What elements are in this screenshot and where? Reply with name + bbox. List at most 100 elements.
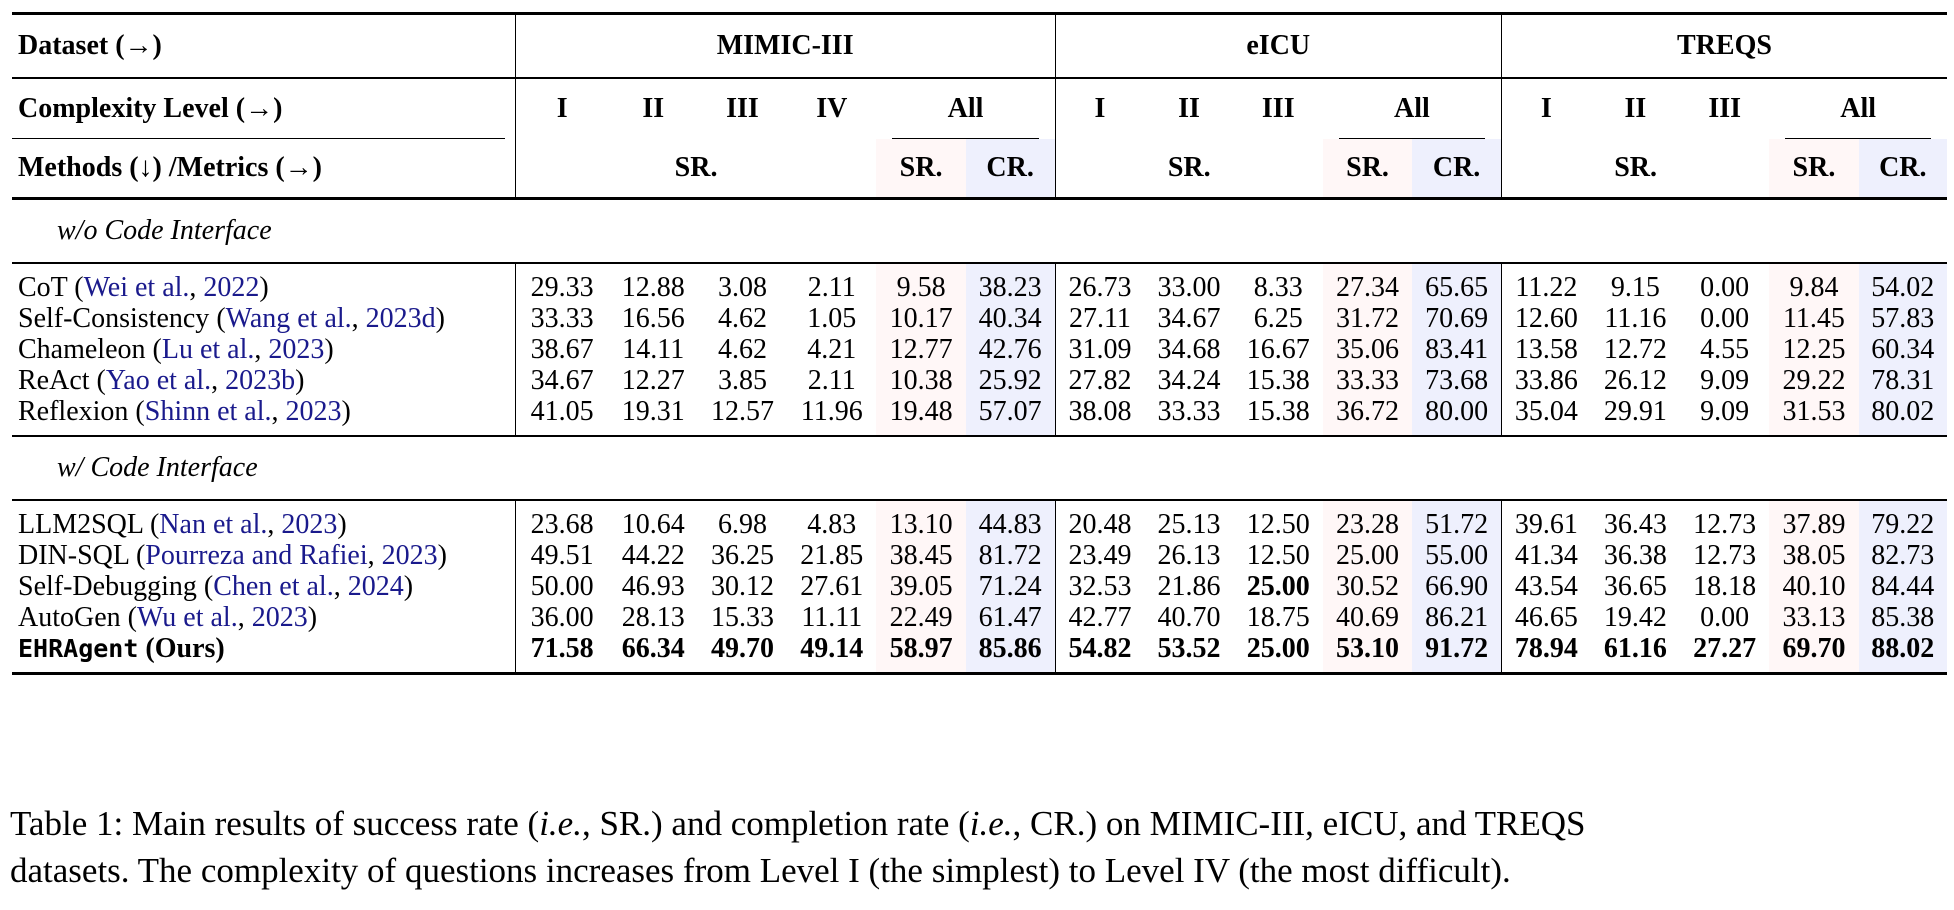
eicu-value: 26.13 <box>1157 539 1221 571</box>
mimic-value: 49.51 <box>530 539 594 571</box>
citation-year[interactable]: 2023 <box>252 602 308 633</box>
citation-author[interactable]: Yao et al. <box>106 365 211 396</box>
method-name: ReAct <box>18 364 90 396</box>
method-cell: EHRAgent (Ours) <box>12 633 516 664</box>
caption-ie: i.e. <box>539 804 582 843</box>
spacer-cell <box>1501 500 1769 509</box>
table-row-ours: EHRAgent (Ours) 71.58 66.34 49.70 49.14 58.97… <box>12 633 1947 664</box>
eicu-value: 73.68 <box>1412 365 1502 396</box>
table-row: CoT (Wei et al., 2022) 29.33 12.88 3.08 2.11… <box>12 272 1947 303</box>
eicu-value: 51.72 <box>1412 509 1502 540</box>
eicu-value: 25.00 <box>1246 570 1310 602</box>
treqs-value: 40.10 <box>1769 571 1859 602</box>
mimic-value: 38.67 <box>530 333 594 365</box>
treqs-value: 31.53 <box>1769 396 1859 427</box>
results-table: Dataset (→) MIMIC-III eICU TREQS Complex… <box>12 12 1947 675</box>
eicu-value: 42.77 <box>1068 601 1132 633</box>
citation-author[interactable]: Wang et al. <box>226 303 352 334</box>
mimic-value: 4.21 <box>807 333 857 365</box>
citation-author[interactable]: Wu et al. <box>137 602 238 633</box>
eicu-value: 20.48 <box>1068 508 1132 540</box>
spacer-cell <box>1769 427 1859 436</box>
spacer-cell <box>1501 263 1769 272</box>
citation-year[interactable]: 2023 <box>268 334 324 365</box>
mimic-value: 57.07 <box>965 396 1056 427</box>
mimic-value: 58.97 <box>876 633 966 664</box>
eicu-value: 25.13 <box>1157 508 1221 540</box>
mimic-value: 10.38 <box>876 365 966 396</box>
citation-year[interactable]: 2022 <box>203 272 259 303</box>
treqs-value: 12.73 <box>1693 539 1757 571</box>
citation-year[interactable]: 2023 <box>382 540 438 571</box>
dataset-mimic: MIMIC-III <box>515 13 1056 78</box>
mimic-value: 44.83 <box>965 509 1056 540</box>
dataset-header-row: Dataset (→) MIMIC-III eICU TREQS <box>12 13 1947 78</box>
metric-mimic-sr: SR. <box>674 152 718 183</box>
metric-mimic-all-cr: CR. <box>965 139 1056 199</box>
mimic-value: 41.05 <box>530 395 594 427</box>
eicu-value: 66.90 <box>1412 571 1502 602</box>
treqs-value: 0.00 <box>1700 601 1750 633</box>
spacer-cell <box>876 427 966 436</box>
mimic-value: 4.62 <box>718 333 767 365</box>
mimic-value: 66.34 <box>621 632 685 664</box>
treqs-value: 57.83 <box>1858 303 1947 334</box>
mimic-value: 15.33 <box>711 601 774 633</box>
method-name: LLM2SQL <box>18 508 143 540</box>
mimic-value: 19.48 <box>876 396 966 427</box>
method-cell: LLM2SQL (Nan et al., 2023) <box>12 508 516 540</box>
spacer-cell <box>1769 664 1859 674</box>
mimic-value: 22.49 <box>876 602 966 633</box>
spacer-cell <box>515 263 876 272</box>
eicu-value: 12.50 <box>1246 508 1310 540</box>
citation-year[interactable]: 2023 <box>286 396 342 427</box>
mimic-value: 2.11 <box>807 271 856 303</box>
treqs-value: 43.54 <box>1514 570 1578 602</box>
treqs-value: 33.86 <box>1514 364 1578 396</box>
citation-author[interactable]: Chen et al. <box>213 571 334 602</box>
eicu-value: 21.86 <box>1157 570 1221 602</box>
method-name: Self-Debugging <box>18 570 197 602</box>
method-cell: DIN-SQL (Pourreza and Rafiei, 2023) <box>12 539 516 571</box>
dataset-treqs: TREQS <box>1677 30 1772 61</box>
citation-author[interactable]: Lu et al. <box>162 334 255 365</box>
table-row: ReAct (Yao et al., 2023b) 34.67 12.27 3.85 2… <box>12 365 1947 396</box>
treqs-value: 79.22 <box>1858 509 1947 540</box>
method-name: Reflexion <box>18 395 129 427</box>
citation-year[interactable]: 2023d <box>366 303 436 334</box>
mimic-value: 30.12 <box>711 570 774 602</box>
citation-author[interactable]: Nan et al. <box>159 509 267 540</box>
metrics-header-row: Methods (↓) /Metrics (→) SR. SR. CR. SR.… <box>12 139 1947 199</box>
metric-eicu-all-sr: SR. <box>1322 139 1413 199</box>
treqs-value: 60.34 <box>1858 334 1947 365</box>
citation-author[interactable]: Pourreza and Rafiei <box>145 540 367 571</box>
treqs-value: 11.45 <box>1769 303 1859 334</box>
mimic-value: 21.85 <box>800 539 864 571</box>
eicu-value: 91.72 <box>1412 633 1502 664</box>
spacer-row <box>12 427 1947 436</box>
eicu-value: 86.21 <box>1412 602 1502 633</box>
citation-year[interactable]: 2024 <box>348 571 404 602</box>
citation-year[interactable]: 2023b <box>225 365 295 396</box>
method-name: DIN-SQL <box>18 539 129 571</box>
citation-author[interactable]: Wei et al. <box>84 272 190 303</box>
eicu-value: 33.00 <box>1157 271 1221 303</box>
level-mimic-2: II <box>642 93 665 124</box>
methods-metrics-label: Methods (↓) /Metrics (→) <box>12 139 516 199</box>
table-row: LLM2SQL (Nan et al., 2023) 23.68 10.64 6.98… <box>12 509 1947 540</box>
method-name: Self-Consistency <box>18 302 210 334</box>
table-caption: Table 1: Main results of success rate (i… <box>10 800 1950 894</box>
eicu-value: 35.06 <box>1322 334 1413 365</box>
eicu-value: 31.72 <box>1322 303 1413 334</box>
table-row: Self-Consistency (Wang et al., 2023d) 33.… <box>12 303 1947 334</box>
results-table-container: Dataset (→) MIMIC-III eICU TREQS Complex… <box>12 12 1947 675</box>
mimic-value: 9.58 <box>876 272 966 303</box>
spacer-cell <box>1322 427 1413 436</box>
mimic-value: 25.92 <box>965 365 1056 396</box>
mimic-value: 61.47 <box>965 602 1056 633</box>
citation-author[interactable]: Shinn et al. <box>145 396 272 427</box>
spacer-cell <box>1412 427 1502 436</box>
level-eicu-3: III <box>1261 93 1295 124</box>
caption-line-1: Table 1: Main results of success rate (i… <box>10 800 1950 847</box>
citation-year[interactable]: 2023 <box>281 509 337 540</box>
